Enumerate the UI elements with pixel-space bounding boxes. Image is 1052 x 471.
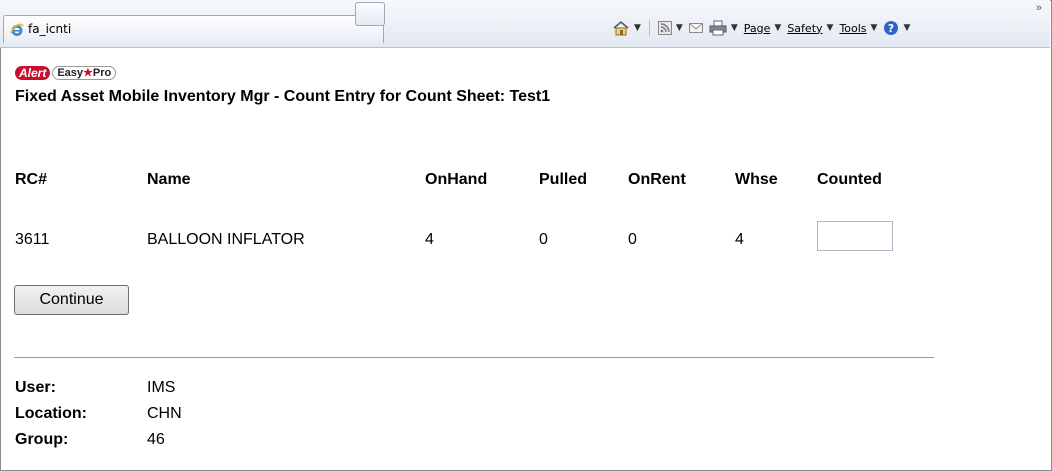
safety-menu[interactable]: Safety ▼	[787, 22, 833, 35]
header-rc: RC#	[15, 171, 48, 188]
feeds-button[interactable]: ▼	[657, 21, 683, 35]
cell-name: BALLOON INFLATOR	[147, 231, 305, 248]
counted-input[interactable]	[817, 221, 893, 251]
cell-onhand: 4	[425, 231, 434, 248]
group-value: 46	[147, 431, 165, 448]
home-button[interactable]: ▼	[612, 20, 641, 36]
printer-icon	[709, 20, 727, 36]
page-menu[interactable]: Page ▼	[744, 22, 782, 35]
star-icon: ★	[83, 67, 93, 79]
browser-tab[interactable]: fa_icnti	[3, 15, 384, 43]
print-button[interactable]: ▼	[709, 20, 738, 36]
cell-onrent: 0	[628, 231, 637, 248]
header-name: Name	[147, 171, 191, 188]
tools-menu-label: Tools	[839, 21, 867, 35]
location-label: Location:	[15, 405, 87, 422]
help-menu[interactable]: ? ▼	[883, 20, 910, 36]
app-logo: Alert Easy★Pro	[15, 66, 117, 80]
command-bar: ▼ ▼ ▼ Page ▼ Safety ▼ Tools ▼ ? ▼	[612, 18, 910, 38]
logo-alert: Alert	[15, 66, 51, 80]
chevron-down-icon: ▼	[826, 23, 834, 33]
header-whse: Whse	[735, 171, 778, 188]
user-value: IMS	[147, 379, 176, 396]
mail-button[interactable]	[688, 22, 703, 34]
header-counted: Counted	[817, 171, 882, 188]
tab-title: fa_icnti	[28, 22, 72, 36]
divider	[14, 357, 934, 358]
internet-explorer-icon	[10, 23, 24, 36]
chevron-down-icon: ▼	[774, 23, 782, 33]
cell-whse: 4	[735, 231, 744, 248]
tools-menu[interactable]: Tools ▼	[839, 22, 877, 35]
chevron-down-icon[interactable]: ▼	[676, 23, 683, 33]
logo-easy-pro: Easy★Pro	[52, 66, 117, 80]
chevron-down-icon[interactable]: ▼	[731, 23, 738, 33]
location-value: CHN	[147, 405, 182, 422]
header-onhand: OnHand	[425, 171, 488, 188]
chevron-down-icon: ▼	[870, 23, 878, 33]
chevron-down-icon[interactable]: ▼	[634, 23, 641, 33]
cell-rc: 3611	[15, 231, 50, 248]
cell-pulled: 0	[539, 231, 548, 248]
rss-feed-icon	[657, 21, 672, 35]
page-title: Fixed Asset Mobile Inventory Mgr - Count…	[15, 88, 551, 105]
new-tab-button[interactable]	[355, 2, 385, 26]
mail-icon	[688, 23, 703, 33]
user-label: User:	[15, 379, 56, 396]
svg-text:?: ?	[888, 22, 894, 35]
chevron-down-icon: ▼	[903, 23, 911, 33]
continue-button[interactable]: Continue	[14, 285, 129, 315]
browser-toolbar: fa_icnti ▼ ▼ ▼ Page ▼ Safety ▼ Tools ▼ ?…	[0, 0, 1050, 48]
page-menu-label: Page	[743, 21, 771, 35]
home-icon	[613, 21, 629, 36]
header-pulled: Pulled	[539, 171, 588, 188]
separator	[648, 20, 650, 36]
toolbar-overflow-icon[interactable]: »	[1036, 2, 1042, 14]
header-onrent: OnRent	[628, 171, 686, 188]
help-icon: ?	[884, 21, 899, 35]
safety-menu-label: Safety	[787, 21, 823, 35]
group-label: Group:	[15, 431, 69, 448]
